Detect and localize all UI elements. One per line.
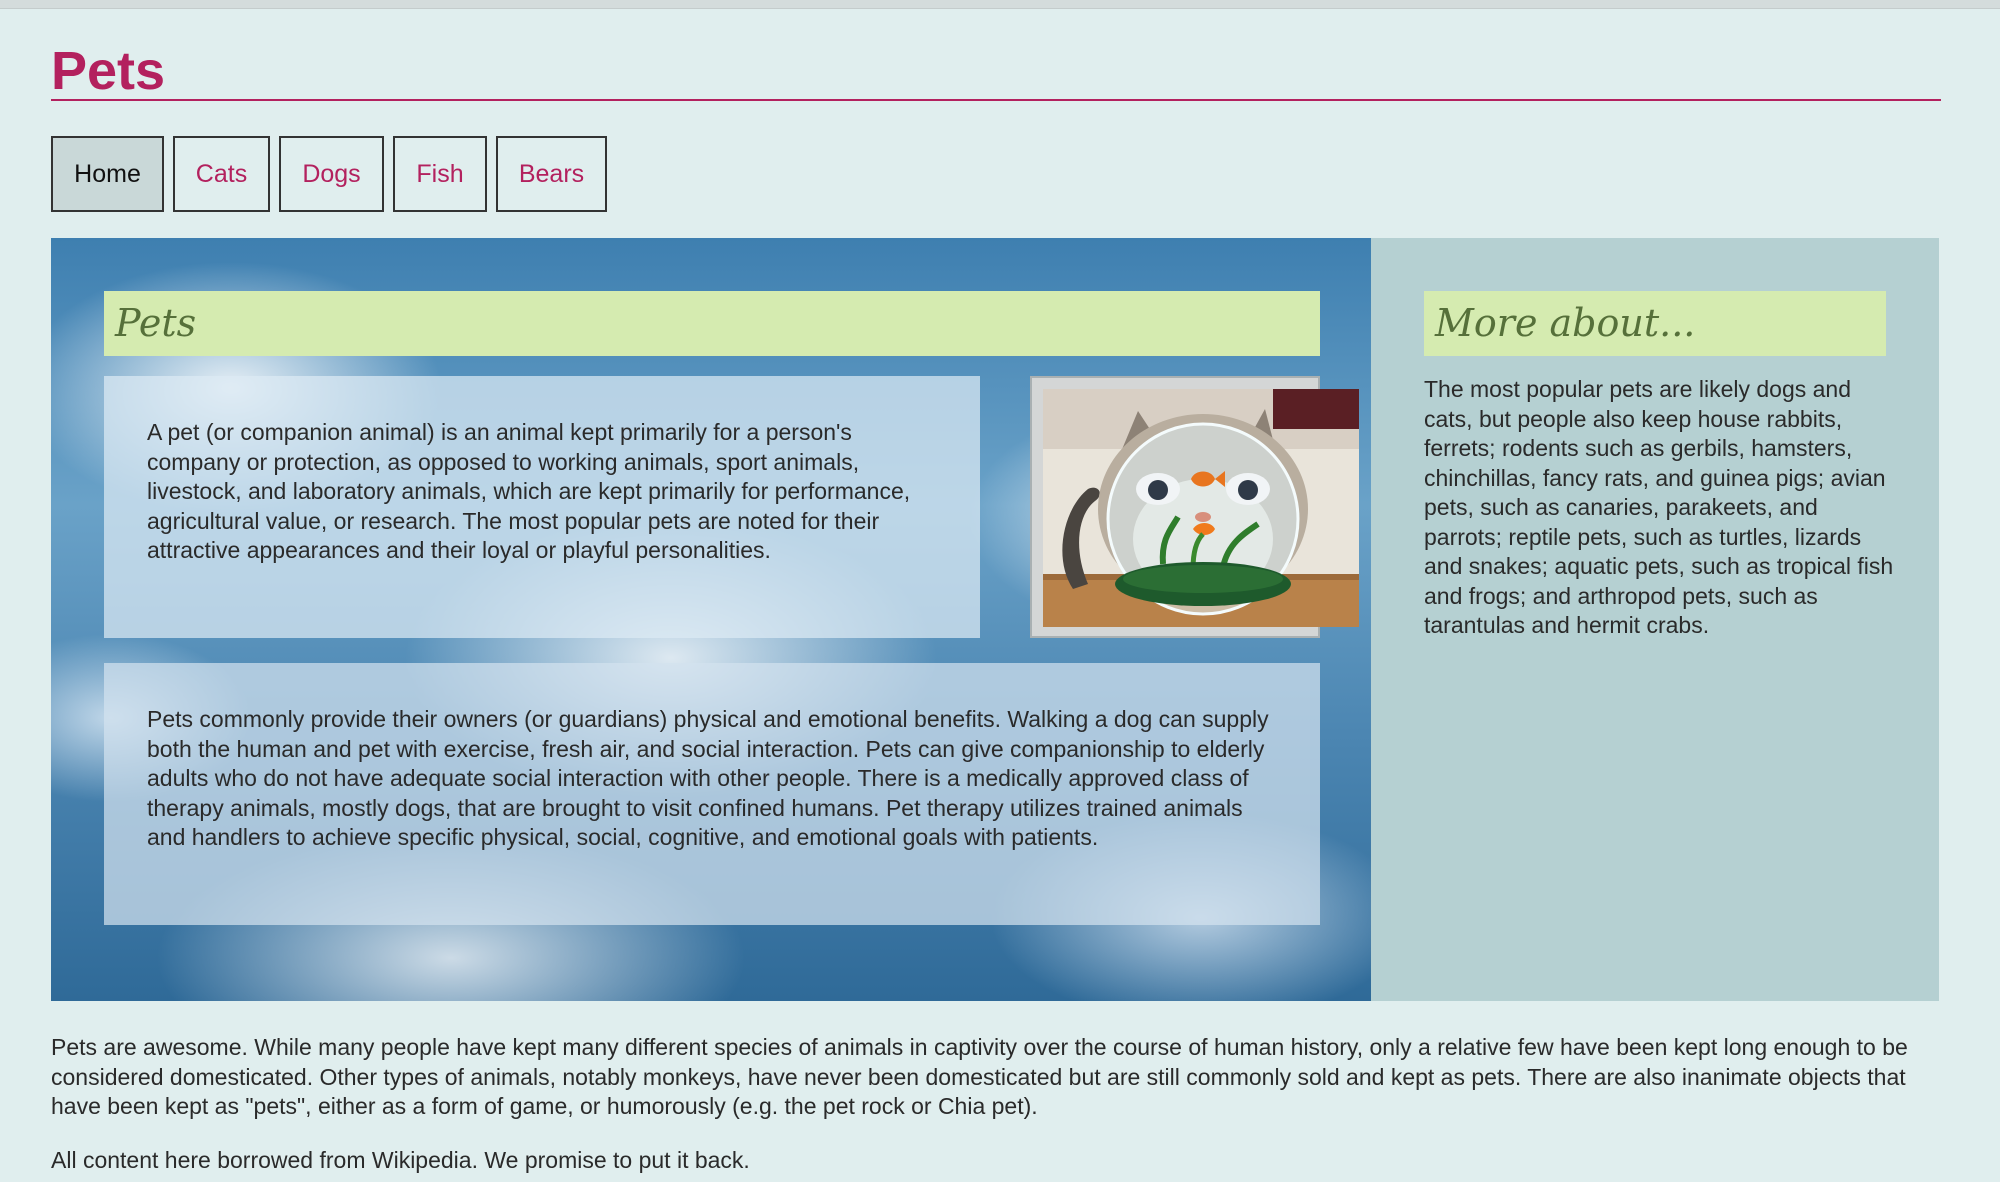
- sidebar: More about... The most popular pets are …: [1371, 238, 1939, 1001]
- main-nav: Home Cats Dogs Fish Bears: [51, 136, 607, 212]
- intro-section: A pet (or companion animal) is an animal…: [104, 376, 1359, 638]
- photo-frame: [1030, 376, 1359, 638]
- benefits-paragraph: Pets commonly provide their owners (or g…: [147, 706, 1269, 850]
- browser-top-edge: [0, 0, 2000, 9]
- footer-paragraph: Pets are awesome. While many people have…: [51, 1034, 1908, 1119]
- sidebar-paragraph: The most popular pets are likely dogs an…: [1424, 376, 1894, 638]
- nav-home[interactable]: Home: [51, 136, 164, 212]
- nav-dogs[interactable]: Dogs: [279, 136, 384, 212]
- main-heading: Pets: [104, 291, 1320, 356]
- cat-fishbowl-image: [1043, 389, 1359, 627]
- intro-panel: A pet (or companion animal) is an animal…: [104, 376, 980, 638]
- site-title: Pets: [51, 41, 166, 101]
- footer-credit: All content here borrowed from Wikipedia…: [51, 1147, 750, 1173]
- nav-fish[interactable]: Fish: [393, 136, 487, 212]
- title-divider: [51, 99, 1941, 101]
- intro-paragraph: A pet (or companion animal) is an animal…: [147, 419, 911, 563]
- benefits-section: Pets commonly provide their owners (or g…: [104, 663, 1320, 925]
- main-content: Pets A pet (or companion animal) is an a…: [51, 238, 1371, 1001]
- nav-bears[interactable]: Bears: [496, 136, 607, 212]
- nav-cats[interactable]: Cats: [173, 136, 270, 212]
- sidebar-heading: More about...: [1424, 291, 1886, 356]
